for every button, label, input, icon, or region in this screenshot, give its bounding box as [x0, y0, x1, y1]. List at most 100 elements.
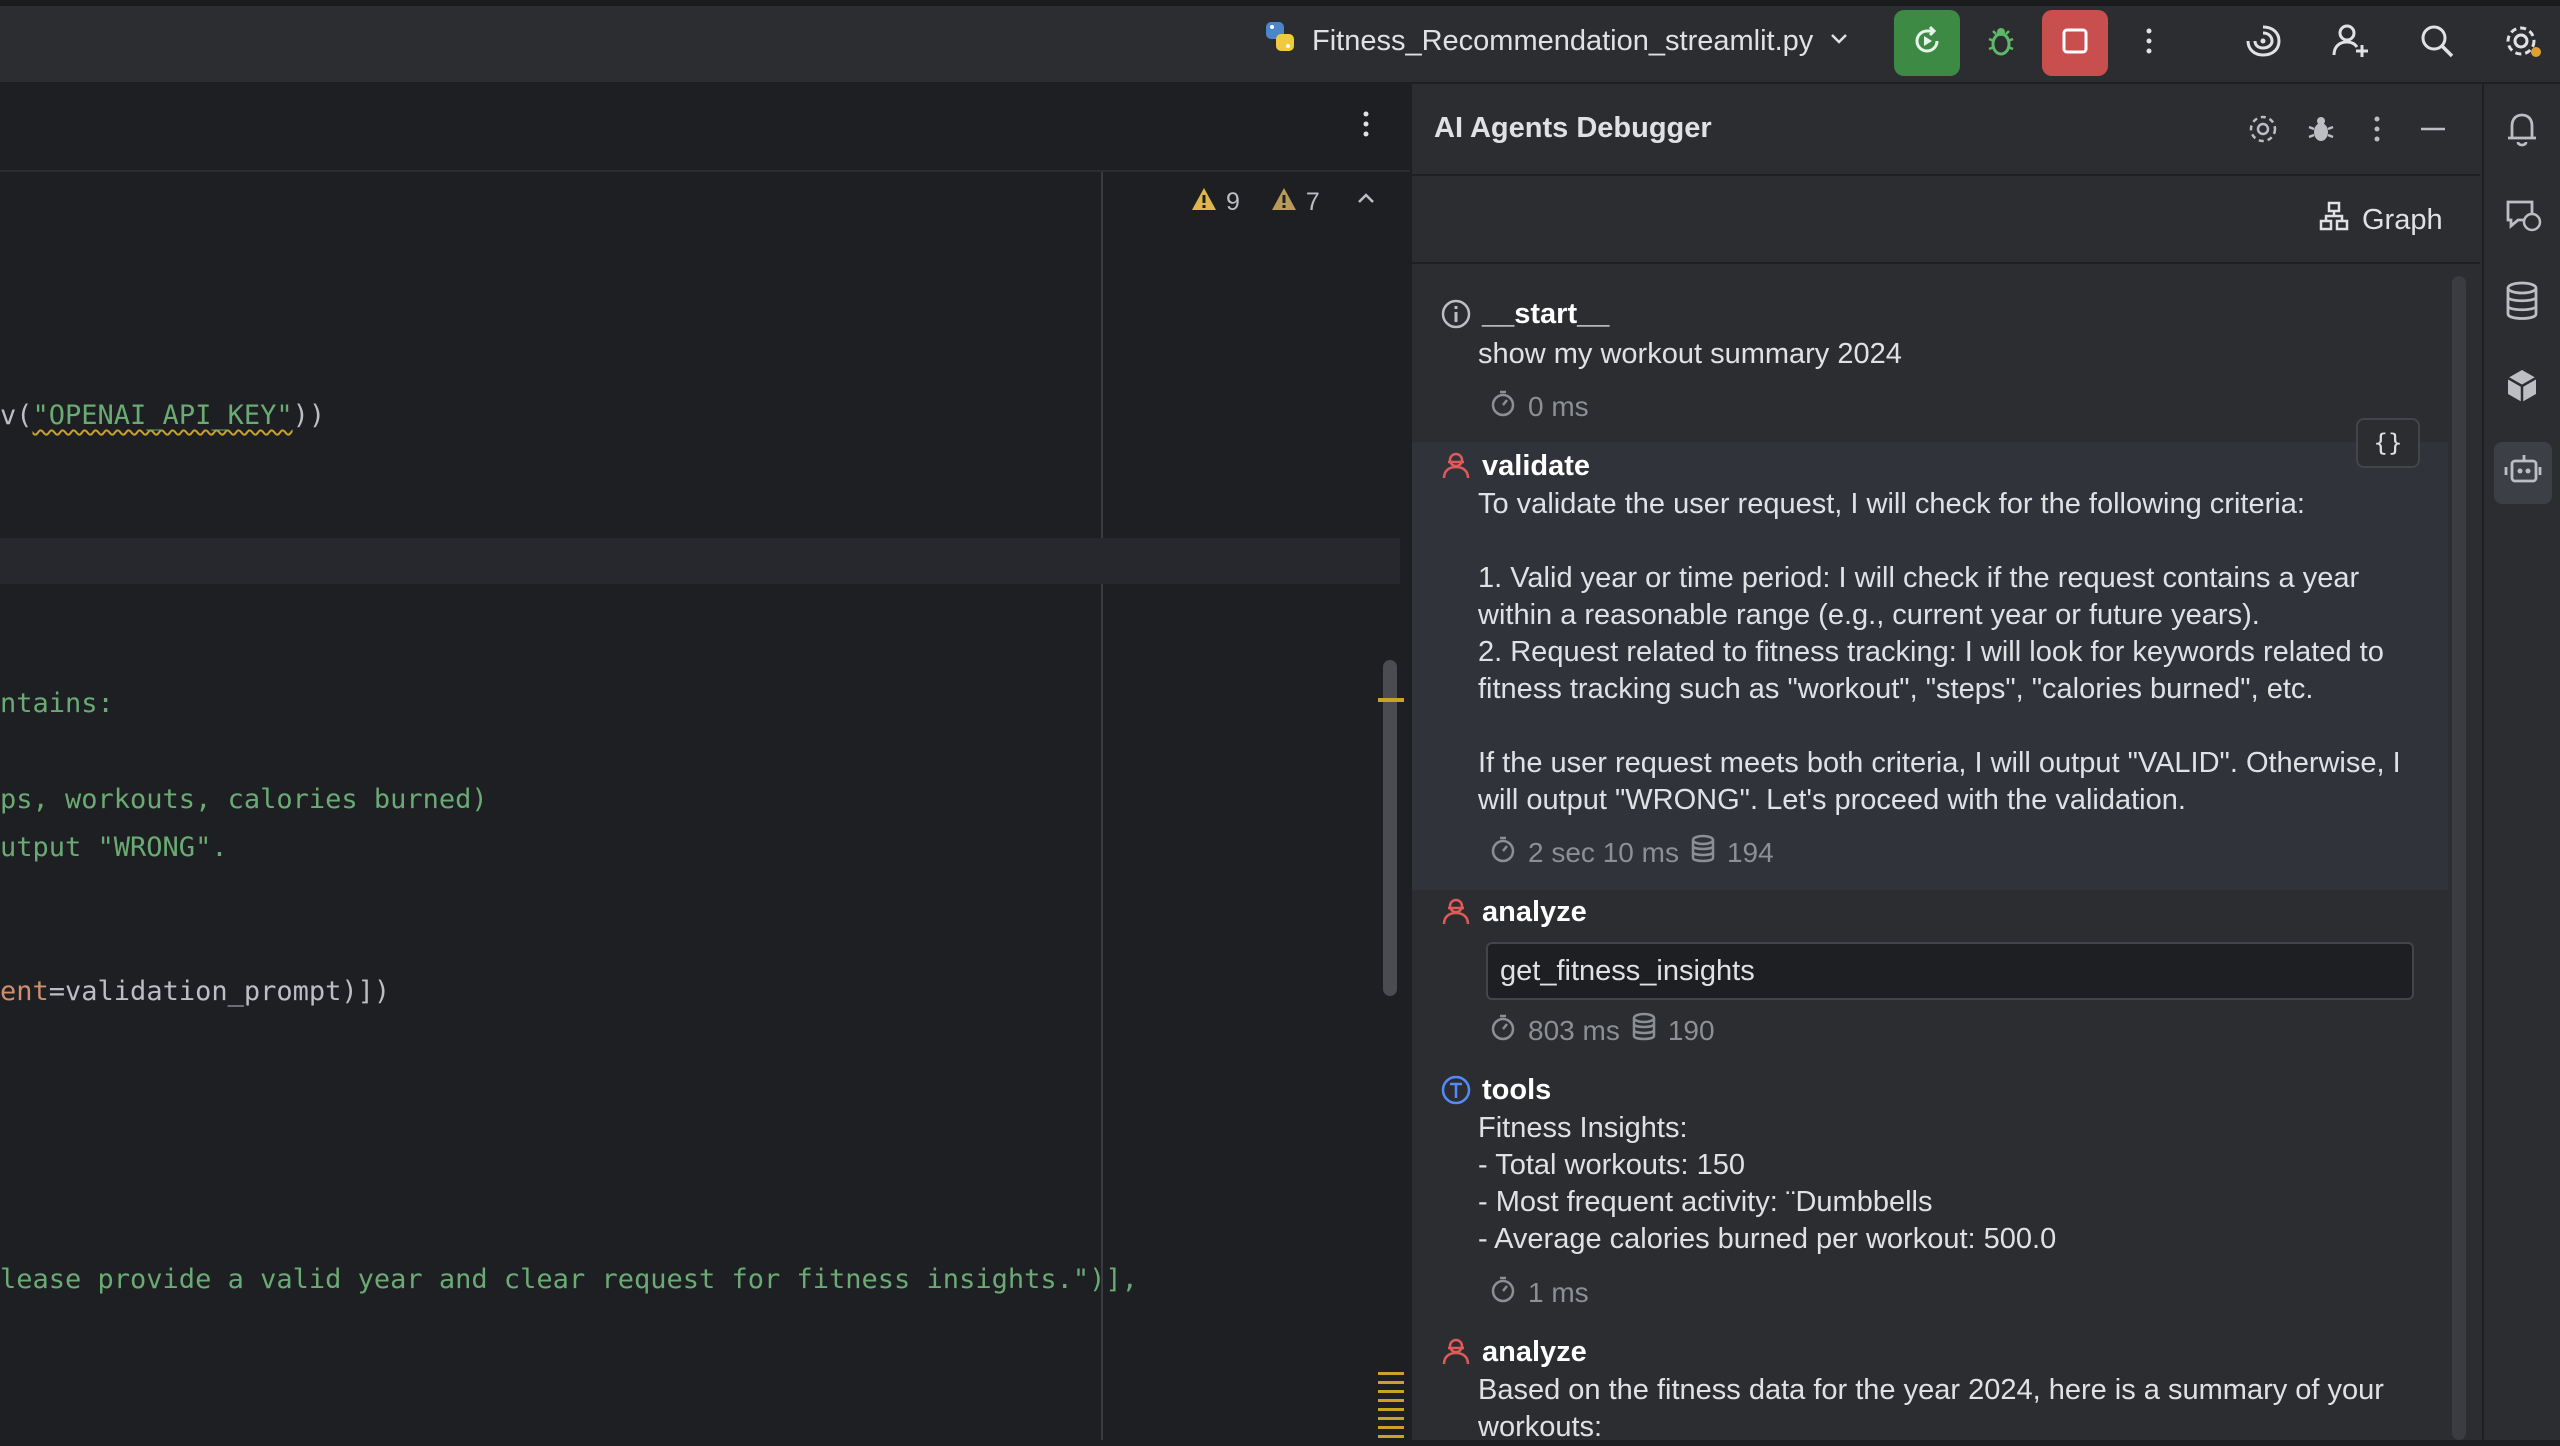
- gear-icon: [2244, 115, 2282, 152]
- graph-label: Graph: [2362, 203, 2443, 236]
- code-editor[interactable]: [0, 84, 1410, 1440]
- code-line[interactable]: ntains:: [0, 688, 114, 719]
- minimize-icon: [2414, 127, 2452, 152]
- tool-icon: [1440, 1074, 1472, 1111]
- agent-icon: [1440, 1336, 1472, 1373]
- info-icon: [1440, 298, 1472, 335]
- panel-debug-button[interactable]: [2302, 110, 2340, 153]
- panel-more-button[interactable]: [2358, 110, 2396, 153]
- node-tokens: 190: [1667, 1014, 1715, 1046]
- graph-button[interactable]: Graph: [2318, 200, 2443, 240]
- settings-button[interactable]: [2490, 10, 2556, 76]
- add-user-icon: [2329, 19, 2373, 68]
- node-output: Based on the fitness data for the year 2…: [1478, 1374, 2393, 1443]
- code-line[interactable]: lease provide a valid year and clear req…: [0, 1264, 1138, 1295]
- top-toolbar: Fitness_Recommendation_streamlit.py: [0, 0, 2560, 84]
- chevron-down-icon: [1827, 25, 1851, 58]
- tool-call-field[interactable]: get_fitness_insights: [1486, 942, 2414, 1000]
- node-meta: 2 sec 10 ms 194: [1488, 834, 1774, 871]
- code-line[interactable]: utput "WRONG".: [0, 832, 228, 863]
- run-config-label: Fitness_Recommendation_streamlit.py: [1312, 24, 1814, 57]
- node-duration: 0 ms: [1528, 390, 1589, 422]
- plugins-tool-button[interactable]: [2502, 366, 2542, 413]
- stopwatch-icon: [1488, 1012, 1518, 1049]
- bug-icon: [2302, 117, 2340, 152]
- editor-scrollbar-thumb[interactable]: [1383, 660, 1397, 996]
- panel-settings-button[interactable]: [2244, 110, 2282, 153]
- node-output: Fitness Insights: - Total workouts: 150 …: [1478, 1112, 2057, 1255]
- right-margin-guide: [1101, 172, 1103, 1440]
- node-name[interactable]: analyze: [1482, 896, 1587, 929]
- rerun-icon: [1907, 21, 1947, 66]
- more-actions-button[interactable]: [2116, 10, 2182, 76]
- debug-button[interactable]: [1968, 10, 2034, 76]
- database-tool-button[interactable]: [2502, 280, 2542, 327]
- node-output: To validate the user request, I will che…: [1478, 488, 2401, 816]
- stop-button[interactable]: [2042, 10, 2108, 76]
- panel-divider: [1410, 262, 2480, 264]
- node-duration: 803 ms: [1528, 1014, 1620, 1046]
- code-line[interactable]: ps, workouts, calories burned): [0, 784, 488, 815]
- stop-icon: [2055, 21, 2095, 66]
- debug-icon: [1981, 21, 2021, 66]
- ai-agents-debugger-tool-button[interactable]: [2494, 442, 2552, 504]
- ai-assistant-icon: [2241, 19, 2285, 68]
- search-icon: [2416, 20, 2458, 67]
- ai-assistant-button[interactable]: [2230, 10, 2296, 76]
- database-icon: [2502, 281, 2542, 326]
- weak-warnings-count: 7: [1305, 188, 1320, 216]
- more-icon: [1346, 111, 1386, 148]
- weak-warning-icon: [1270, 186, 1298, 219]
- code-line[interactable]: ent=validation_prompt)]): [0, 976, 390, 1007]
- graph-icon: [2318, 200, 2350, 240]
- chevron-up-icon[interactable]: [1354, 187, 1378, 218]
- warning-icon: [1190, 186, 1218, 219]
- node-name[interactable]: analyze: [1482, 1336, 1587, 1369]
- stopwatch-icon: [1488, 388, 1518, 425]
- settings-icon: [2501, 19, 2545, 68]
- node-output: show my workout summary 2024: [1478, 338, 1902, 370]
- robot-icon: [2502, 451, 2544, 496]
- node-meta: 0 ms: [1488, 388, 1589, 425]
- node-duration: 1 ms: [1528, 1276, 1589, 1308]
- inspections-widget[interactable]: 9 7: [1190, 186, 1430, 219]
- panel-divider: [1410, 174, 2480, 176]
- editor-tab-bar: [0, 84, 1410, 172]
- warnings-count: 9: [1226, 188, 1240, 216]
- more-icon: [2129, 21, 2169, 66]
- code-line[interactable]: v("OPENAI_API_KEY")): [0, 400, 325, 431]
- json-view-button[interactable]: {}: [2356, 418, 2420, 468]
- panel-title: AI Agents Debugger: [1434, 112, 1712, 144]
- node-meta: 803 ms 190: [1488, 1012, 1715, 1049]
- chat-icon: [2502, 200, 2544, 240]
- editor-more-button[interactable]: [1346, 104, 1386, 149]
- rerun-button[interactable]: [1894, 10, 1960, 76]
- panel-scrollbar-thumb[interactable]: [2452, 276, 2466, 1440]
- stopwatch-icon: [1488, 1274, 1518, 1311]
- database-icon: [1630, 1012, 1658, 1049]
- agent-icon: [1440, 896, 1472, 933]
- bell-icon: [2502, 113, 2542, 154]
- panel-minimize-button[interactable]: [2414, 110, 2452, 153]
- node-tokens: 194: [1726, 836, 1774, 868]
- agent-icon: [1440, 450, 1472, 487]
- python-icon: [1262, 19, 1298, 63]
- node-name[interactable]: __start__: [1482, 298, 1609, 331]
- window-top-stripe: [0, 0, 2560, 6]
- node-meta: 1 ms: [1488, 1274, 1589, 1311]
- puzzle-icon: [2502, 370, 2542, 412]
- database-icon: [1689, 834, 1717, 871]
- current-line-highlight: [0, 538, 1400, 584]
- node-duration: 2 sec 10 ms: [1528, 836, 1679, 868]
- node-name[interactable]: tools: [1482, 1074, 1551, 1107]
- node-name[interactable]: validate: [1482, 450, 1590, 483]
- notifications-button[interactable]: [2502, 106, 2542, 155]
- search-button[interactable]: [2404, 10, 2470, 76]
- more-icon: [2358, 116, 2396, 152]
- add-user-button[interactable]: [2318, 10, 2384, 76]
- stopwatch-icon: [1488, 834, 1518, 871]
- ai-chat-button[interactable]: [2502, 194, 2544, 241]
- warning-stripe-marker[interactable]: [1378, 698, 1404, 702]
- run-configuration-selector[interactable]: Fitness_Recommendation_streamlit.py: [1262, 14, 1851, 68]
- warning-stripe-markers[interactable]: [1378, 1372, 1404, 1440]
